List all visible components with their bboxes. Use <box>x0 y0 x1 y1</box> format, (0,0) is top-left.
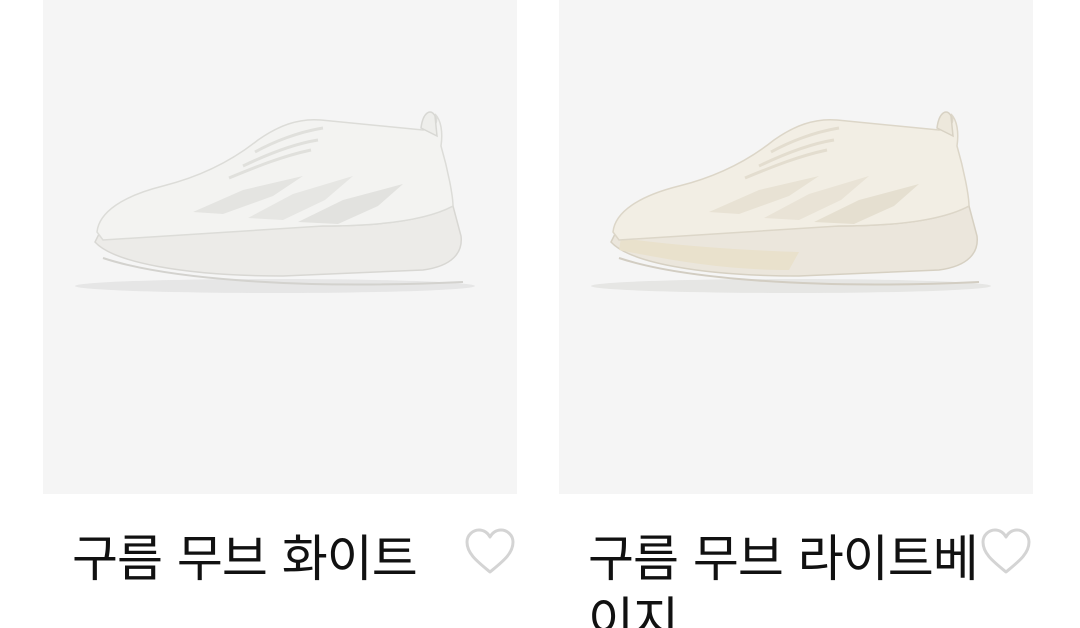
heart-outline-icon <box>465 528 515 574</box>
wishlist-heart-icon[interactable] <box>464 528 516 576</box>
product-card[interactable]: 구름 무브 라이트베이지 <box>559 0 1033 628</box>
product-name[interactable]: 구름 무브 라이트베이지 <box>588 528 1008 628</box>
product-grid: 구름 무브 화이트 구름 무브 라이트베이지 <box>0 0 1080 628</box>
product-card[interactable]: 구름 무브 화이트 <box>43 0 517 628</box>
sneaker-image <box>75 111 475 293</box>
product-image[interactable] <box>559 0 1033 494</box>
wishlist-heart-icon[interactable] <box>980 528 1032 576</box>
heart-outline-icon <box>981 528 1031 574</box>
product-name[interactable]: 구름 무브 화이트 <box>72 528 502 590</box>
sneaker-image <box>591 111 991 293</box>
product-image[interactable] <box>43 0 517 494</box>
